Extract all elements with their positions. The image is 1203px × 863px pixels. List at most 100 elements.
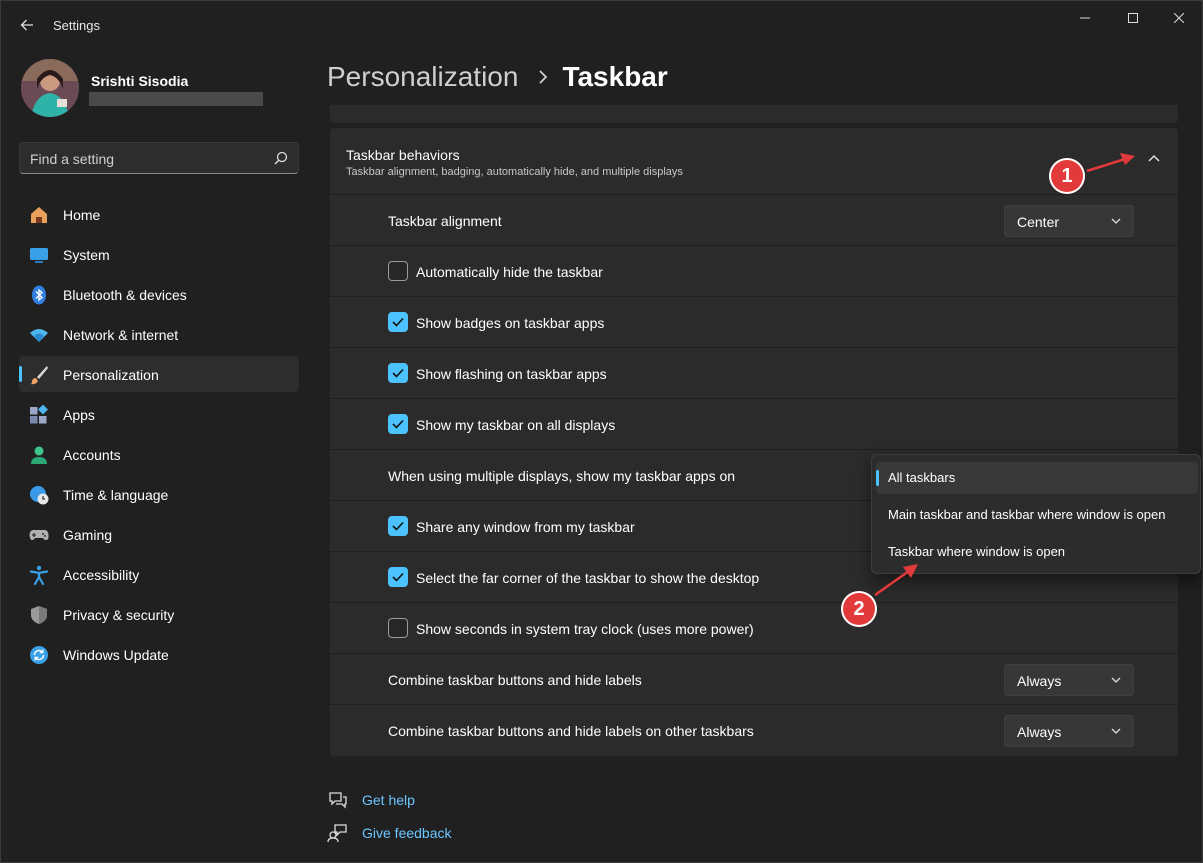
flashing-checkbox[interactable] (388, 363, 408, 383)
checkbox-label: Show my taskbar on all displays (416, 417, 616, 433)
sidebar-item-label: Apps (63, 407, 95, 423)
section-subtitle: Taskbar alignment, badging, automaticall… (346, 166, 683, 178)
checkmark-icon (392, 419, 404, 429)
sidebar-item-gaming[interactable]: Gaming (19, 516, 299, 552)
row-flashing[interactable]: Show flashing on taskbar apps (330, 348, 1178, 399)
flyout-option-main-and-open[interactable]: Main taskbar and taskbar where window is… (876, 499, 1198, 531)
sidebar-item-label: Gaming (63, 527, 113, 543)
sidebar-item-label: Accounts (63, 447, 121, 463)
back-button[interactable] (15, 13, 39, 37)
autohide-checkbox[interactable] (388, 261, 408, 281)
row-taskbar-alignment: Taskbar alignment Center (330, 195, 1178, 246)
update-icon (30, 646, 48, 664)
chevron-up-icon (1148, 154, 1160, 162)
checkmark-icon (392, 317, 404, 327)
far-corner-checkbox[interactable] (388, 567, 408, 587)
close-icon (1174, 13, 1184, 23)
previous-section-edge (330, 105, 1178, 123)
monitor-icon (30, 248, 48, 263)
get-help-label: Get help (362, 792, 415, 808)
row-label: Combine taskbar buttons and hide labels (388, 672, 642, 688)
wifi-icon (30, 329, 48, 342)
sidebar-item-label: Network & internet (63, 327, 179, 343)
breadcrumb-parent[interactable]: Personalization (327, 61, 518, 93)
checkmark-icon (392, 572, 404, 582)
section-title: Taskbar behaviors (346, 147, 460, 163)
arrow-left-icon (20, 19, 33, 31)
dropdown-value: Always (1017, 724, 1062, 740)
title-bar: Settings (1, 1, 1202, 49)
person-icon (31, 446, 47, 464)
sidebar-item-personalization[interactable]: Personalization (19, 356, 299, 392)
sidebar-item-label: Privacy & security (63, 607, 175, 623)
apps-icon (30, 405, 48, 424)
search-input[interactable] (30, 149, 260, 169)
seconds-checkbox[interactable] (388, 618, 408, 638)
sidebar-item-windows-update[interactable]: Windows Update (19, 636, 299, 672)
give-feedback-link[interactable]: Give feedback (327, 822, 452, 844)
alignment-dropdown[interactable]: Center (1004, 205, 1134, 237)
sidebar-item-label: Personalization (63, 367, 159, 383)
row-seconds[interactable]: Show seconds in system tray clock (uses … (330, 603, 1178, 654)
search-icon[interactable] (274, 151, 288, 165)
annotation-marker-1: 1 (1049, 158, 1085, 194)
sidebar-item-privacy[interactable]: Privacy & security (19, 596, 299, 632)
get-help-link[interactable]: Get help (327, 789, 415, 811)
sidebar-item-home[interactable]: Home (19, 196, 299, 232)
sidebar-item-accessibility[interactable]: Accessibility (19, 556, 299, 592)
profile-name: Srishti Sisodia (91, 73, 189, 89)
search-box[interactable] (19, 142, 299, 174)
sidebar-item-label: Windows Update (63, 647, 169, 663)
checkbox-label: Share any window from my taskbar (416, 519, 635, 535)
flyout-option-where-open[interactable]: Taskbar where window is open (876, 536, 1198, 568)
row-badges[interactable]: Show badges on taskbar apps (330, 297, 1178, 348)
row-autohide[interactable]: Automatically hide the taskbar (330, 246, 1178, 297)
row-combine-other: Combine taskbar buttons and hide labels … (330, 705, 1178, 756)
combine-other-dropdown[interactable]: Always (1004, 715, 1134, 747)
flyout-option-all-taskbars[interactable]: All taskbars (876, 462, 1198, 494)
sidebar-item-label: Time & language (63, 487, 169, 503)
row-label: Combine taskbar buttons and hide labels … (388, 723, 754, 739)
bluetooth-icon (32, 285, 46, 305)
checkbox-label: Show seconds in system tray clock (uses … (416, 621, 754, 637)
globe-clock-icon (30, 486, 49, 505)
app-title: Settings (53, 18, 100, 33)
all-displays-checkbox[interactable] (388, 414, 408, 434)
sidebar-item-label: Home (63, 207, 101, 223)
avatar[interactable] (21, 59, 79, 117)
maximize-button[interactable] (1111, 5, 1155, 31)
sidebar-item-label: Accessibility (63, 567, 140, 583)
dropdown-value: Center (1017, 214, 1060, 230)
checkmark-icon (392, 521, 404, 531)
sidebar-item-label: System (63, 247, 110, 263)
row-combine: Combine taskbar buttons and hide labels … (330, 654, 1178, 705)
sidebar-item-apps[interactable]: Apps (19, 396, 299, 432)
accessibility-icon (29, 565, 49, 585)
badges-checkbox[interactable] (388, 312, 408, 332)
sidebar-item-system[interactable]: System (19, 236, 299, 272)
checkbox-label: Select the far corner of the taskbar to … (416, 570, 760, 586)
breadcrumb: Personalization Taskbar (327, 59, 668, 95)
brush-icon (30, 366, 48, 385)
checkbox-label: Show badges on taskbar apps (416, 315, 605, 331)
close-button[interactable] (1157, 5, 1201, 31)
settings-window: Settings Srishti Sisodia Home (0, 0, 1203, 863)
chevron-down-icon (1111, 677, 1121, 683)
feedback-icon (327, 824, 347, 843)
give-feedback-label: Give feedback (362, 825, 452, 841)
sidebar-item-time-language[interactable]: Time & language (19, 476, 299, 512)
annotation-marker-2: 2 (841, 591, 877, 627)
sidebar-item-accounts[interactable]: Accounts (19, 436, 299, 472)
flyout-option-label: Taskbar where window is open (888, 544, 1066, 559)
collapse-button[interactable] (1144, 148, 1164, 168)
checkbox-label: Automatically hide the taskbar (416, 264, 603, 280)
combine-dropdown[interactable]: Always (1004, 664, 1134, 696)
minimize-button[interactable] (1063, 5, 1107, 31)
breadcrumb-separator (538, 64, 548, 90)
row-all-displays[interactable]: Show my taskbar on all displays (330, 399, 1178, 450)
taskbar-behaviors-section: Taskbar behaviors Taskbar alignment, bad… (330, 128, 1178, 756)
sidebar-item-bluetooth[interactable]: Bluetooth & devices (19, 276, 299, 312)
sidebar-item-network[interactable]: Network & internet (19, 316, 299, 352)
chevron-right-icon (539, 70, 548, 84)
share-window-checkbox[interactable] (388, 516, 408, 536)
